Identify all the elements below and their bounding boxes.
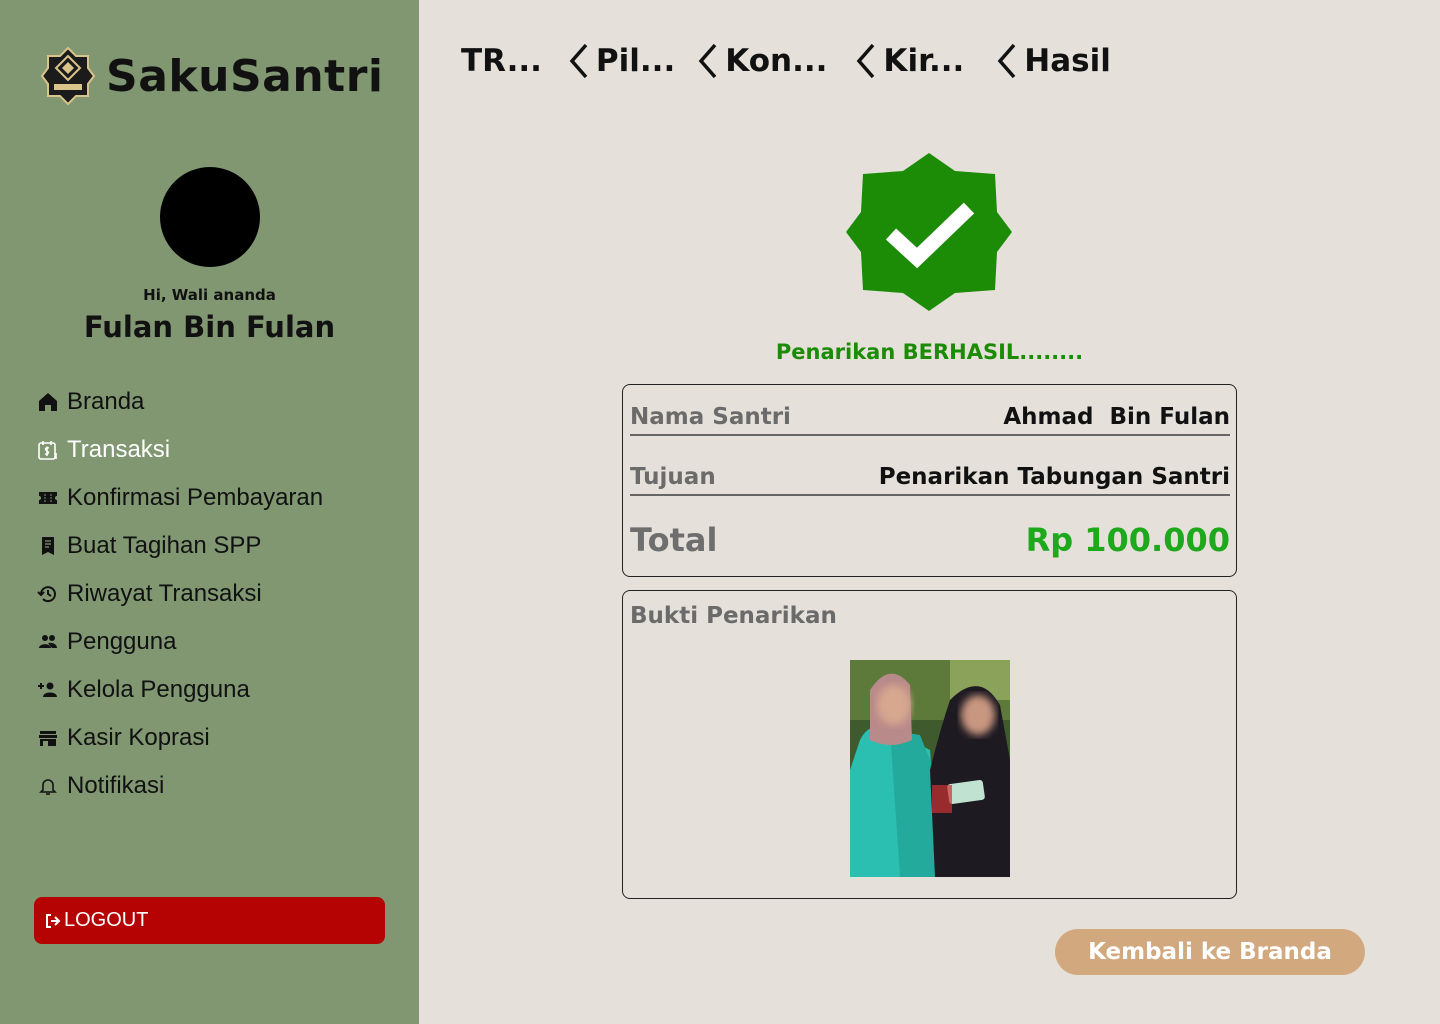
history-icon [36, 582, 60, 606]
total-label: Total [630, 521, 718, 559]
sidebar-nav: Branda Transaksi Konfirmasi Pembayaran B… [36, 378, 323, 810]
bell-icon [36, 774, 60, 798]
sidebar-item-notifikasi[interactable]: Notifikasi [36, 762, 323, 810]
avatar [160, 167, 260, 267]
total-value: Rp 100.000 [1025, 521, 1230, 559]
sidebar-item-label: Riwayat Transaksi [67, 580, 262, 607]
chevron-left-icon [997, 43, 1016, 79]
sidebar-item-label: Buat Tagihan SPP [67, 532, 262, 559]
detail-label: Nama Santri [630, 404, 791, 430]
home-icon [36, 390, 60, 414]
detail-row-tujuan: Tujuan Penarikan Tabungan Santri [630, 459, 1230, 496]
detail-value: Penarikan Tabungan Santri [878, 464, 1230, 490]
breadcrumb-label: Kon... [725, 43, 828, 79]
status-message: Penarikan BERHASIL........ [775, 340, 1084, 364]
sidebar-item-riwayat-transaksi[interactable]: Riwayat Transaksi [36, 570, 323, 618]
sidebar-item-label: Transaksi [67, 436, 171, 463]
breadcrumb-label: Pil... [595, 43, 676, 79]
sidebar-item-label: Kasir Koprasi [67, 724, 210, 751]
sidebar-item-kasir-koprasi[interactable]: Kasir Koprasi [36, 714, 323, 762]
logout-label: LOGOUT [64, 909, 149, 931]
brand: SakuSantri [40, 46, 384, 106]
back-to-home-button[interactable]: Kembali ke Branda [1055, 929, 1365, 975]
app-name: SakuSantri [106, 50, 384, 102]
detail-label: Tujuan [630, 464, 716, 490]
transaction-details-card: Nama Santri Ahmad Bin Fulan Tujuan Penar… [622, 384, 1237, 577]
bill-icon [36, 534, 60, 558]
breadcrumb-step-konfirmasi[interactable]: Kon... [695, 41, 827, 81]
sidebar-item-branda[interactable]: Branda [36, 378, 323, 426]
breadcrumb-step-hasil[interactable]: Hasil [994, 41, 1111, 81]
breadcrumb-label: TR... [461, 43, 542, 79]
breadcrumb-label: Kir... [883, 43, 965, 79]
sidebar-item-label: Kelola Pengguna [67, 676, 250, 703]
breadcrumb-label: Hasil [1024, 43, 1111, 79]
proof-photo [850, 660, 1010, 877]
detail-row-nama-santri: Nama Santri Ahmad Bin Fulan [630, 399, 1230, 436]
chevron-left-icon [569, 43, 588, 79]
proof-title: Bukti Penarikan [630, 603, 837, 629]
sidebar-item-transaksi[interactable]: Transaksi [36, 426, 323, 474]
sidebar-item-label: Konfirmasi Pembayaran [67, 484, 324, 511]
receipt-dollar-icon [36, 438, 60, 462]
user-name: Fulan Bin Fulan [83, 310, 336, 344]
breadcrumb-step-kirim[interactable]: Kir... [853, 41, 964, 81]
sidebar-item-label: Branda [67, 388, 145, 415]
sidebar-item-label: Pengguna [67, 628, 177, 655]
logo-icon [40, 46, 96, 106]
detail-row-total: Total Rp 100.000 [630, 519, 1230, 563]
detail-value: Ahmad Bin Fulan [1003, 404, 1230, 430]
breadcrumb: TR... Pil... Kon... Kir... Hasil [461, 38, 1111, 84]
logout-button[interactable]: LOGOUT [34, 897, 385, 944]
sidebar-item-label: Notifikasi [67, 772, 165, 799]
sidebar: SakuSantri Hi, Wali ananda Fulan Bin Ful… [0, 0, 419, 1024]
chevron-left-icon [857, 43, 875, 79]
sidebar-item-pengguna[interactable]: Pengguna [36, 618, 323, 666]
chevron-left-icon [698, 43, 717, 79]
withdrawal-proof-card: Bukti Penarikan [622, 590, 1237, 899]
success-check-badge-icon [846, 153, 1012, 311]
users-icon [36, 630, 60, 654]
greeting: Hi, Wali ananda [143, 286, 276, 304]
sidebar-item-kelola-pengguna[interactable]: Kelola Pengguna [36, 666, 323, 714]
breadcrumb-step-pilih[interactable]: Pil... [566, 41, 675, 81]
sidebar-item-konfirmasi-pembayaran[interactable]: Konfirmasi Pembayaran [36, 474, 323, 522]
user-add-icon [36, 678, 60, 702]
store-icon [36, 726, 60, 750]
logout-icon [46, 913, 61, 928]
breadcrumb-step-transaksi[interactable]: TR... [461, 43, 542, 79]
sidebar-item-buat-tagihan-spp[interactable]: Buat Tagihan SPP [36, 522, 323, 570]
ticket-icon [36, 486, 60, 510]
